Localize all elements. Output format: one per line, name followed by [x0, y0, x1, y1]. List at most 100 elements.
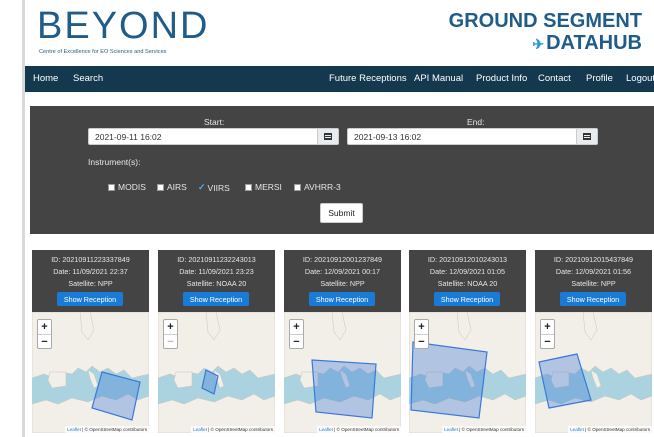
reception-map[interactable]: + − Leaflet | © OpenStreetMap contributo… — [158, 312, 275, 433]
zoom-in-button[interactable]: + — [415, 320, 428, 334]
zoom-out-button[interactable]: − — [164, 334, 177, 348]
zoom-in-button[interactable]: + — [541, 320, 554, 334]
reception-card: ID: 20210912010243013 Date: 12/09/2021 0… — [409, 250, 526, 433]
zoom-out-button[interactable]: − — [290, 334, 303, 348]
osm-attribution: © OpenStreetMap contributors — [336, 427, 399, 432]
osm-attribution: © OpenStreetMap contributors — [587, 427, 650, 432]
nav-logout[interactable]: Logout — [626, 73, 654, 84]
nav-api-manual[interactable]: API Manual — [414, 73, 463, 84]
start-calendar-button[interactable] — [317, 129, 338, 144]
leaflet-link[interactable]: Leaflet — [570, 427, 584, 432]
reception-map[interactable]: + − Leaflet | © OpenStreetMap contributo… — [284, 312, 401, 433]
reception-card: ID: 20210912001237849 Date: 12/09/2021 0… — [284, 250, 401, 433]
map-attribution: Leaflet | © OpenStreetMap contributors — [191, 426, 275, 433]
leaflet-link[interactable]: Leaflet — [193, 427, 207, 432]
submit-button[interactable]: Submit — [320, 203, 363, 223]
end-calendar-button[interactable] — [576, 129, 597, 144]
start-label: Start: — [204, 117, 225, 127]
card-satellite: Satellite: NPP — [320, 279, 365, 288]
checkbox-label-viirs: VIIRS — [207, 182, 230, 193]
leaflet-link[interactable]: Leaflet — [67, 427, 81, 432]
card-id: ID: 20210912015437849 — [553, 255, 634, 264]
card-satellite: Satellite: NPP — [68, 279, 113, 288]
map-zoom-control: + − — [414, 319, 429, 349]
card-id: ID: 20210912001237849 — [302, 255, 383, 264]
show-reception-button[interactable]: Show Reception — [560, 292, 626, 306]
end-date-input[interactable] — [348, 129, 575, 144]
card-header: ID: 20210912001237849 Date: 12/09/2021 0… — [284, 250, 401, 312]
show-reception-button[interactable]: Show Reception — [309, 292, 375, 306]
swath-footprint — [311, 359, 377, 419]
card-header: ID: 20210912015437849 Date: 12/09/2021 0… — [535, 250, 652, 312]
checkbox-box[interactable] — [157, 183, 164, 191]
swath-footprint — [410, 341, 488, 419]
nav-contact[interactable]: Contact — [538, 73, 571, 84]
beyond-logo[interactable]: BEYOND Centre of Excellence for EO Scien… — [37, 4, 217, 58]
card-date: Date: 12/09/2021 01:05 — [429, 267, 506, 276]
reception-map[interactable]: + − Leaflet | © OpenStreetMap contributo… — [409, 312, 526, 433]
checkbox-viirs[interactable]: ✓ VIIRS — [198, 182, 230, 193]
brand-line-2: ✈ DATAHUB — [449, 32, 642, 55]
swath-footprint — [538, 353, 592, 409]
card-header: ID: 20210912010243013 Date: 12/09/2021 0… — [409, 250, 526, 312]
zoom-out-button[interactable]: − — [541, 334, 554, 348]
show-reception-button[interactable]: Show Reception — [183, 292, 249, 306]
card-satellite: Satellite: NOAA 20 — [186, 279, 247, 288]
show-reception-button[interactable]: Show Reception — [434, 292, 500, 306]
calendar-icon — [583, 133, 591, 140]
swath-footprint — [201, 369, 219, 395]
checkbox-label-mersi: MERSI — [255, 182, 282, 192]
map-attribution: Leaflet | © OpenStreetMap contributors — [317, 426, 401, 433]
end-date-field[interactable] — [347, 128, 598, 145]
checkbox-mersi[interactable]: MERSI — [245, 182, 282, 192]
checkbox-box[interactable] — [294, 183, 301, 191]
site-header: BEYOND Centre of Excellence for EO Scien… — [25, 0, 654, 66]
reception-map[interactable]: + − Leaflet | © OpenStreetMap contributo… — [32, 312, 149, 433]
nav-search[interactable]: Search — [73, 73, 103, 84]
map-attribution: Leaflet | © OpenStreetMap contributors — [568, 426, 652, 433]
check-mark-icon[interactable]: ✓ — [198, 182, 206, 193]
card-date: Date: 11/09/2021 23:23 — [179, 267, 254, 276]
card-date: Date: 12/09/2021 00:17 — [304, 267, 381, 276]
checkbox-modis[interactable]: MODIS — [108, 182, 146, 192]
osm-attribution: © OpenStreetMap contributors — [210, 427, 273, 432]
leaflet-link[interactable]: Leaflet — [319, 427, 333, 432]
checkbox-box[interactable] — [245, 183, 252, 191]
checkbox-airs[interactable]: AIRS — [157, 182, 187, 192]
card-id: ID: 20210911223337849 — [51, 255, 130, 264]
nav-future-receptions[interactable]: Future Receptions — [329, 73, 407, 84]
map-attribution: Leaflet | © OpenStreetMap contributors — [442, 426, 526, 433]
start-date-input[interactable] — [89, 129, 316, 144]
card-satellite: Satellite: NOAA 20 — [437, 279, 498, 288]
calendar-icon — [324, 133, 332, 140]
checkbox-avhrr3[interactable]: AVHRR-3 — [294, 182, 341, 192]
checkbox-box[interactable] — [108, 183, 115, 191]
main-navbar: Home Search Future Receptions API Manual… — [25, 66, 654, 92]
nav-home[interactable]: Home — [33, 73, 58, 84]
end-label: End: — [467, 117, 485, 127]
datahub-brand: GROUND SEGMENT ✈ DATAHUB — [449, 10, 642, 55]
map-zoom-control: + − — [163, 319, 178, 349]
card-id: ID: 20210911232243013 — [177, 255, 256, 264]
osm-attribution: © OpenStreetMap contributors — [461, 427, 524, 432]
brand-line-1: GROUND SEGMENT — [448, 10, 642, 32]
logo-subtitle: Centre of Excellence for EO Sciences and… — [39, 49, 167, 55]
nav-product-info[interactable]: Product Info — [476, 73, 527, 84]
osm-attribution: © OpenStreetMap contributors — [84, 427, 147, 432]
zoom-out-button[interactable]: − — [415, 334, 428, 348]
zoom-in-button[interactable]: + — [38, 320, 51, 334]
instruments-label: Instrument(s): — [88, 157, 141, 167]
show-reception-button[interactable]: Show Reception — [57, 292, 123, 306]
reception-map[interactable]: + − Leaflet | © OpenStreetMap contributo… — [535, 312, 652, 433]
zoom-in-button[interactable]: + — [290, 320, 303, 334]
checkbox-label-avhrr3: AVHRR-3 — [304, 182, 341, 192]
checkbox-label-modis: MODIS — [118, 182, 146, 192]
reception-card: ID: 20210911223337849 Date: 11/09/2021 2… — [32, 250, 149, 433]
zoom-out-button[interactable]: − — [38, 334, 51, 348]
checkbox-label-airs: AIRS — [167, 182, 187, 192]
start-date-field[interactable] — [88, 128, 339, 145]
nav-profile[interactable]: Profile — [586, 73, 613, 84]
card-satellite: Satellite: NPP — [571, 279, 616, 288]
leaflet-link[interactable]: Leaflet — [444, 427, 458, 432]
zoom-in-button[interactable]: + — [164, 320, 177, 334]
